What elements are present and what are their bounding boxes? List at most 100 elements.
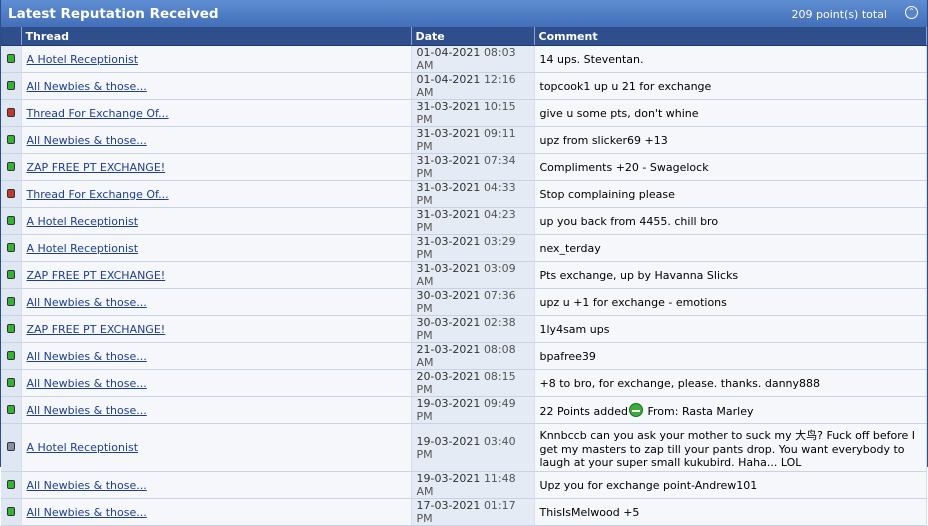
thread-cell: All Newbies & those... — [21, 342, 412, 370]
date-value: 31-03-2021 — [416, 235, 481, 248]
thread-link[interactable]: Thread For Exchange Of... — [27, 107, 169, 120]
status-cell — [1, 423, 22, 472]
comment-cell: Compliments +20 - Swagelock — [534, 153, 927, 181]
reputation-status-icon — [6, 188, 15, 198]
table-row: All Newbies & those... 19-03-2021 11:48 A… — [1, 471, 927, 499]
points-total: 209 point(s) total — [791, 8, 887, 21]
thread-cell: A Hotel Receptionist — [21, 45, 412, 73]
thread-link[interactable]: All Newbies & those... — [27, 80, 147, 93]
date-cell: 31-03-2021 03:29 PM — [411, 234, 535, 262]
thread-link[interactable]: All Newbies & those... — [27, 506, 147, 519]
date-value: 31-03-2021 — [416, 154, 481, 167]
comment-text: topcook1 up u 21 for exchange — [539, 79, 712, 93]
date-cell: 19-03-2021 11:48 AM — [411, 471, 535, 499]
thread-cell: All Newbies & those... — [21, 471, 412, 499]
table-row: All Newbies & those... 30-03-2021 07:36 P… — [1, 288, 927, 316]
thread-link[interactable]: ZAP FREE PT EXCHANGE! — [27, 323, 166, 336]
date-value: 01-04-2021 — [416, 73, 481, 86]
reputation-status-icon — [6, 404, 15, 414]
thread-cell: All Newbies & those... — [21, 498, 412, 526]
comment-cell: ThisIsMelwood +5 — [534, 498, 927, 526]
reputation-status-icon — [6, 269, 15, 279]
date-cell: 31-03-2021 09:11 PM — [411, 126, 535, 154]
status-cell — [1, 471, 22, 499]
thread-link[interactable]: All Newbies & those... — [27, 296, 147, 309]
reputation-status-icon — [6, 134, 15, 144]
comment-suffix: From: Rasta Marley — [647, 404, 754, 418]
thread-cell: All Newbies & those... — [21, 288, 412, 316]
thread-cell: A Hotel Receptionist — [21, 207, 412, 235]
thread-link[interactable]: All Newbies & those... — [27, 479, 147, 492]
date-cell: 20-03-2021 08:15 PM — [411, 369, 535, 397]
collapse-icon[interactable]: ⌃ — [905, 6, 918, 19]
table-row: All Newbies & those... 20-03-2021 08:15 P… — [1, 369, 927, 397]
comment-text: upz u +1 for exchange - emotions — [539, 295, 727, 309]
thread-cell: All Newbies & those... — [21, 396, 412, 424]
reputation-status-icon — [6, 53, 15, 63]
thread-link[interactable]: ZAP FREE PT EXCHANGE! — [27, 161, 166, 174]
status-cell — [1, 72, 22, 100]
comment-cell: +8 to bro, for exchange, please. thanks.… — [534, 369, 927, 397]
thread-link[interactable]: A Hotel Receptionist — [27, 441, 139, 454]
thread-link[interactable]: A Hotel Receptionist — [27, 242, 139, 255]
reputation-status-icon — [6, 506, 15, 516]
status-cell — [1, 342, 22, 370]
status-cell — [1, 126, 22, 154]
date-value: 19-03-2021 — [416, 397, 481, 410]
comment-cell: bpafree39 — [534, 342, 927, 370]
date-cell: 31-03-2021 03:09 AM — [411, 261, 535, 289]
reputation-panel: Latest Reputation Received 209 point(s) … — [0, 0, 928, 526]
thread-link[interactable]: All Newbies & those... — [27, 134, 147, 147]
date-cell: 30-03-2021 02:38 PM — [411, 315, 535, 343]
status-cell — [1, 99, 22, 127]
thread-cell: ZAP FREE PT EXCHANGE! — [21, 153, 412, 181]
date-value: 31-03-2021 — [416, 127, 481, 140]
comment-cell: 14 ups. Steventan. — [534, 45, 927, 73]
date-value: 31-03-2021 — [416, 100, 481, 113]
comment-text: 14 ups. Steventan. — [539, 52, 644, 66]
table-row: ZAP FREE PT EXCHANGE! 30-03-2021 02:38 PM… — [1, 315, 927, 343]
table-row: All Newbies & those... 31-03-2021 09:11 P… — [1, 126, 927, 154]
panel-header: Latest Reputation Received 209 point(s) … — [1, 0, 927, 27]
date-cell: 01-04-2021 08:03 AM — [411, 45, 535, 73]
table-row: All Newbies & those... 21-03-2021 08:08 A… — [1, 342, 927, 370]
thread-link[interactable]: A Hotel Receptionist — [27, 215, 139, 228]
reputation-status-icon — [6, 107, 15, 117]
reputation-table: Thread Date Comment A Hotel Receptionist… — [1, 27, 927, 526]
thread-column-header[interactable]: Thread — [21, 27, 412, 46]
reputation-status-icon — [6, 350, 15, 360]
reputation-status-icon — [6, 215, 15, 225]
comment-cell: up you back from 4455. chill bro — [534, 207, 927, 235]
thread-link[interactable]: Thread For Exchange Of... — [27, 188, 169, 201]
comment-cell: 22 Points added From: Rasta Marley — [534, 396, 927, 424]
status-cell — [1, 261, 22, 289]
thread-link[interactable]: All Newbies & those... — [27, 404, 147, 417]
comment-text: nex_terday — [539, 241, 601, 255]
status-cell — [1, 315, 22, 343]
date-value: 19-03-2021 — [416, 434, 481, 448]
thread-link[interactable]: All Newbies & those... — [27, 377, 147, 390]
thread-link[interactable]: A Hotel Receptionist — [27, 53, 139, 66]
table-row: All Newbies & those... 01-04-2021 12:16 A… — [1, 72, 927, 100]
comment-cell: upz from slicker69 +13 — [534, 126, 927, 154]
reputation-status-icon — [6, 323, 15, 333]
reputation-status-icon — [6, 479, 15, 489]
reputation-status-icon — [6, 377, 15, 387]
table-row: ZAP FREE PT EXCHANGE! 31-03-2021 07:34 PM… — [1, 153, 927, 181]
date-cell: 31-03-2021 07:34 PM — [411, 153, 535, 181]
date-cell: 30-03-2021 07:36 PM — [411, 288, 535, 316]
status-cell — [1, 498, 22, 526]
thread-link[interactable]: All Newbies & those... — [27, 350, 147, 363]
status-cell — [1, 234, 22, 262]
comment-text: Upz you for exchange point-Andrew101 — [539, 478, 758, 492]
reputation-status-icon — [6, 242, 15, 252]
status-cell — [1, 369, 22, 397]
date-column-header[interactable]: Date — [411, 27, 535, 46]
comment-column-header[interactable]: Comment — [534, 27, 927, 46]
date-cell: 31-03-2021 10:15 PM — [411, 99, 535, 127]
comment-text: bpafree39 — [539, 349, 596, 363]
thread-cell: Thread For Exchange Of... — [21, 99, 412, 127]
comment-text: Pts exchange, up by Havanna Slicks — [539, 268, 739, 282]
status-cell — [1, 153, 22, 181]
thread-link[interactable]: ZAP FREE PT EXCHANGE! — [27, 269, 166, 282]
